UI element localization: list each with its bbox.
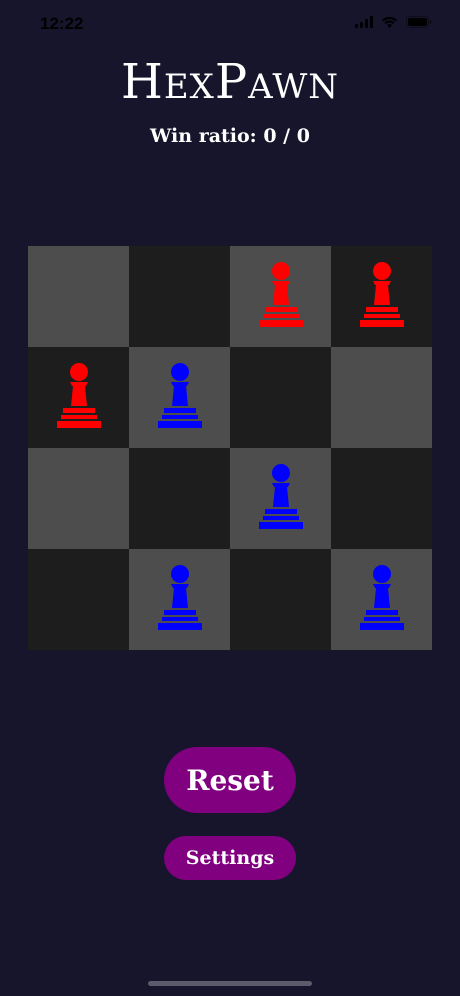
- blue-pawn-icon[interactable]: [152, 564, 208, 636]
- red-pawn-icon[interactable]: [253, 261, 309, 333]
- blue-pawn-icon[interactable]: [253, 463, 309, 535]
- board-cell[interactable]: [28, 347, 129, 448]
- board-cell[interactable]: [28, 246, 129, 347]
- board-cell[interactable]: [129, 549, 230, 650]
- status-time: 12:22: [40, 14, 84, 33]
- board-cell[interactable]: [129, 347, 230, 448]
- wifi-icon: [382, 16, 397, 28]
- board-cell[interactable]: [28, 549, 129, 650]
- settings-button[interactable]: Settings: [164, 836, 296, 880]
- board-cell[interactable]: [230, 347, 331, 448]
- game-screen: 12:22 HexPawn Win ratio: 0 / 0 Reset Set…: [0, 0, 460, 996]
- game-board: [28, 246, 432, 650]
- board-cell[interactable]: [230, 246, 331, 347]
- reset-button[interactable]: Reset: [164, 747, 296, 813]
- home-indicator: [148, 981, 312, 986]
- board-cell[interactable]: [129, 246, 230, 347]
- board-cell[interactable]: [230, 448, 331, 549]
- board-cell[interactable]: [331, 549, 432, 650]
- blue-pawn-icon[interactable]: [152, 362, 208, 434]
- battery-icon: [406, 16, 432, 28]
- board-cell[interactable]: [331, 246, 432, 347]
- board-cell[interactable]: [230, 549, 331, 650]
- board-cell[interactable]: [331, 347, 432, 448]
- board-cell[interactable]: [331, 448, 432, 549]
- red-pawn-icon[interactable]: [51, 362, 107, 434]
- status-bar: 12:22: [0, 0, 460, 52]
- blue-pawn-icon[interactable]: [354, 564, 410, 636]
- signal-icon: [355, 16, 373, 28]
- board-cell[interactable]: [28, 448, 129, 549]
- win-ratio: Win ratio: 0 / 0: [150, 125, 310, 147]
- status-icons: [355, 16, 432, 28]
- board-cell[interactable]: [129, 448, 230, 549]
- red-pawn-icon[interactable]: [354, 261, 410, 333]
- game-title: HexPawn: [120, 54, 340, 110]
